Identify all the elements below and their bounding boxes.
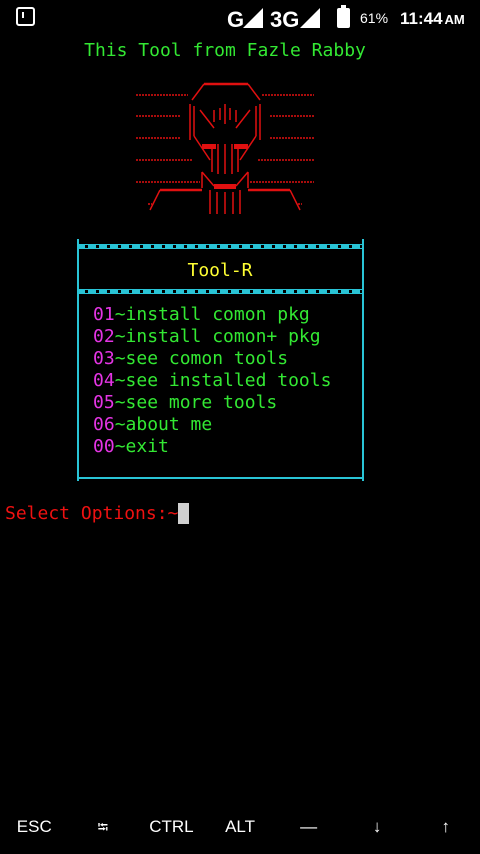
terminal-input-line[interactable]: Select Options:~ xyxy=(5,503,190,525)
menu-item-number: 00 xyxy=(93,436,115,457)
menu-item-number: 03 xyxy=(93,348,115,369)
arrow-up-key[interactable]: ↑ xyxy=(411,808,480,848)
menu-item-number: 01 xyxy=(93,304,115,325)
menu-item-number: 02 xyxy=(93,326,115,347)
menu-item-about-me: 06~about me xyxy=(93,414,331,436)
banner-text: This Tool from Fazle Rabby xyxy=(84,40,366,61)
box-bottom-border xyxy=(77,477,364,479)
menu-item-label: ~install comon+ pkg xyxy=(114,326,321,347)
clock-time: 11:44 xyxy=(400,9,443,28)
status-bar: G 3G 61% 11:44 AM xyxy=(0,0,480,38)
extra-keys-bar: ESC ⭾ CTRL ALT — ↓ ↑ xyxy=(0,808,480,848)
box-top-border xyxy=(77,244,364,249)
tab-key[interactable]: ⭾ xyxy=(69,808,138,848)
clock-ampm: AM xyxy=(444,12,465,27)
signal-icon xyxy=(300,8,320,28)
box-title-divider xyxy=(77,289,364,294)
signal-icon xyxy=(243,8,263,28)
menu-item-see-comon-tools: 03~see comon tools xyxy=(93,348,331,370)
menu-item-number: 06 xyxy=(93,414,115,435)
clock: 11:44 AM xyxy=(400,9,465,29)
menu-list: 01~install comon pkg 02~install comon+ p… xyxy=(93,304,331,458)
arrow-down-key[interactable]: ↓ xyxy=(343,808,412,848)
menu-item-see-more-tools: 05~see more tools xyxy=(93,392,331,414)
ctrl-key[interactable]: CTRL xyxy=(137,808,206,848)
menu-item-number: 04 xyxy=(93,370,115,391)
network-type-g: G xyxy=(227,7,245,32)
menu-item-exit: 00~exit xyxy=(93,436,331,458)
menu-item-label: ~see more tools xyxy=(114,392,278,413)
menu-item-number: 05 xyxy=(93,392,115,413)
dash-key[interactable]: — xyxy=(274,808,343,848)
menu-item-label: ~about me xyxy=(114,414,213,435)
menu-item-install-comon: 01~install comon pkg xyxy=(93,304,331,326)
battery-percent: 61% xyxy=(360,10,389,26)
menu-item-label: ~install comon pkg xyxy=(114,304,310,325)
text-cursor xyxy=(178,503,190,524)
alt-key[interactable]: ALT xyxy=(206,808,275,848)
menu-item-see-installed-tools: 04~see installed tools xyxy=(93,370,331,392)
battery-icon xyxy=(337,5,350,28)
notification-icon xyxy=(16,7,35,26)
network-type-3g: 3G xyxy=(270,7,300,32)
menu-item-label: ~see comon tools xyxy=(114,348,289,369)
menu-item-label: ~exit xyxy=(114,436,169,457)
menu-item-label: ~see installed tools xyxy=(114,370,332,391)
skull-ascii-art xyxy=(136,82,314,214)
tool-title: Tool-R xyxy=(187,260,253,281)
menu-item-install-comon-plus: 02~install comon+ pkg xyxy=(93,326,331,348)
esc-key[interactable]: ESC xyxy=(0,808,69,848)
prompt-text: Select Options:~ xyxy=(5,503,179,524)
